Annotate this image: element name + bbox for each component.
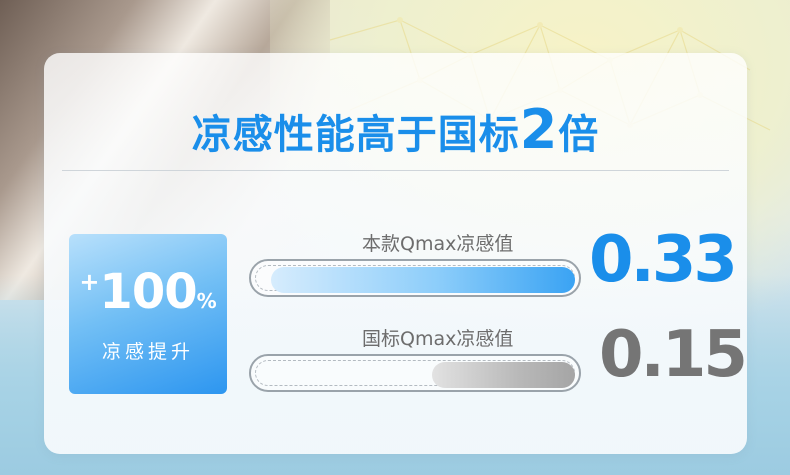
badge-number: 100: [99, 264, 197, 320]
page-title: 凉感性能高于国标2倍: [44, 98, 747, 161]
badge-label: 凉感提升: [101, 341, 194, 363]
badge-percent-sign: %: [196, 289, 217, 313]
title-divider: [62, 170, 729, 171]
row-label-standard: 国标Qmax凉感值: [362, 328, 514, 350]
comparison-card: 凉感性能高于国标2倍 +100% 凉感提升 本款Qmax凉感值 0.33 国标Q…: [44, 53, 748, 454]
product-bar: [249, 259, 581, 297]
title-emphasis-number: 2: [519, 98, 559, 161]
badge-plus: +: [79, 268, 100, 296]
badge-percentage: +100%: [69, 264, 227, 320]
standard-bar-fill: [432, 362, 575, 388]
product-value: 0.33: [589, 223, 738, 297]
title-text: 凉感性能高于国标: [191, 112, 520, 158]
product-bar-fill: [271, 267, 575, 293]
improvement-badge: +100% 凉感提升: [69, 234, 227, 394]
title-suffix: 倍: [558, 112, 600, 158]
standard-bar: [249, 354, 581, 392]
standard-value: 0.15: [599, 318, 748, 392]
row-label-product: 本款Qmax凉感值: [362, 233, 514, 255]
